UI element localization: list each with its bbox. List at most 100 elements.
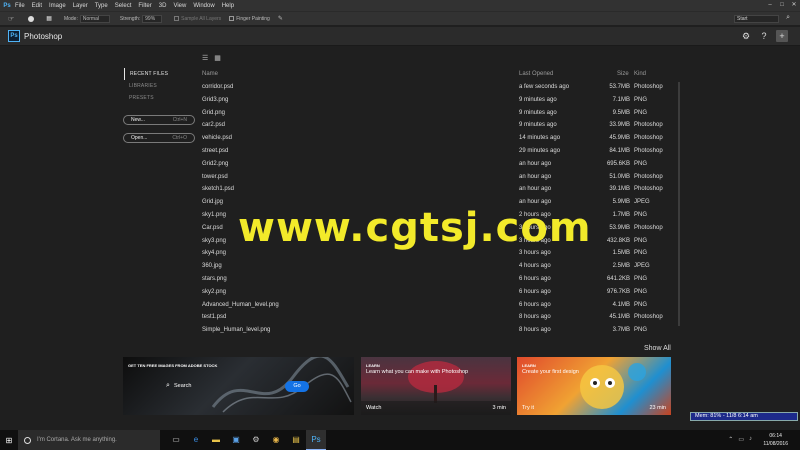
table-row[interactable]: Advanced_Human_level.png 6 hours ago 4.1MB…: [202, 299, 672, 312]
adobe-stock-card[interactable]: GET TEN FREE IMAGES FROM ADOBE STOCK ⌕ S…: [123, 357, 354, 415]
menu-filter[interactable]: Filter: [138, 3, 151, 9]
open-button-label: Open...: [131, 135, 148, 141]
options-bar: ☞ ▦ Mode: Normal Strength: 99% Sample Al…: [0, 11, 800, 25]
menu-3d[interactable]: 3D: [159, 3, 167, 9]
table-row[interactable]: Grid2.png an hour ago 695.6KB PNG: [202, 158, 672, 171]
menu-layer[interactable]: Layer: [73, 3, 88, 9]
col-header-kind[interactable]: Kind: [634, 71, 646, 77]
show-all-link[interactable]: Show All: [644, 345, 671, 352]
table-row[interactable]: stars.png 6 hours ago 641.2KB PNG: [202, 273, 672, 286]
file-kind: PNG: [634, 211, 648, 218]
table-row[interactable]: car2.psd 9 minutes ago 33.9MB Photoshop: [202, 119, 672, 132]
stock-go-button[interactable]: Go: [285, 381, 309, 392]
photoshop-taskbar-icon[interactable]: Ps: [306, 430, 326, 450]
file-size: 976.7KB: [606, 288, 630, 295]
table-row[interactable]: corridor.psd a few seconds ago 53.7MB Photo…: [202, 81, 672, 94]
new-button[interactable]: New... Ctrl+N: [123, 115, 195, 125]
photoshop-app-icon: Ps: [8, 30, 20, 42]
learn-card-watch[interactable]: LEARN Learn what you can make with Photo…: [361, 357, 511, 415]
list-scrollbar[interactable]: [678, 82, 680, 326]
brush-preset-picker[interactable]: [28, 15, 35, 22]
cortana-icon: [24, 436, 31, 444]
menu-help[interactable]: Help: [222, 3, 234, 9]
file-kind: PNG: [634, 327, 648, 334]
folder-icon[interactable]: ▤: [286, 430, 306, 450]
sample-all-checkbox[interactable]: [174, 16, 180, 21]
file-name: Grid3.png: [202, 96, 229, 103]
store-icon[interactable]: ▣: [226, 430, 246, 450]
settings-app-icon[interactable]: ⚙: [246, 430, 266, 450]
volume-icon[interactable]: ♪: [749, 436, 752, 443]
file-kind: Photoshop: [634, 173, 663, 180]
file-name: sky1.png: [202, 211, 227, 218]
smudge-tool-icon[interactable]: ☞: [8, 15, 14, 23]
table-row[interactable]: Grid.png 9 minutes ago 9.5MB PNG: [202, 107, 672, 120]
open-button[interactable]: Open... Ctrl+O: [123, 133, 195, 143]
strength-input[interactable]: 99%: [142, 14, 163, 23]
windows-start-icon[interactable]: ⊞: [0, 436, 18, 445]
col-header-size[interactable]: Size: [617, 71, 629, 77]
file-size: 53.7MB: [609, 84, 630, 90]
grid-view-icon[interactable]: ▦: [214, 54, 221, 62]
tray-up-icon[interactable]: ⌃: [728, 436, 733, 443]
mode-select[interactable]: Normal: [79, 14, 110, 23]
chrome-icon[interactable]: ◉: [266, 430, 286, 450]
table-row[interactable]: sky2.png 6 hours ago 976.7KB PNG: [202, 286, 672, 299]
last-opened: 4 hours ago: [519, 263, 551, 270]
help-icon[interactable]: ?: [758, 30, 770, 42]
add-icon[interactable]: +: [776, 30, 788, 42]
start-header: Ps Photoshop ⚙ ? +: [0, 27, 800, 46]
learn-card-try[interactable]: LEARN Create your first design Try it 23…: [517, 357, 671, 415]
file-name: car2.psd: [202, 122, 226, 129]
file-name: street.psd: [202, 147, 229, 154]
menu-view[interactable]: View: [173, 3, 186, 9]
stock-search-field[interactable]: ⌕ Search: [166, 382, 286, 392]
menu-image[interactable]: Image: [49, 3, 66, 9]
nav-libraries[interactable]: LIBRARIES: [124, 80, 204, 92]
table-row[interactable]: 360.jpg 4 hours ago 2.5MB JPEG: [202, 260, 672, 273]
workspace-select[interactable]: Start: [734, 15, 779, 23]
file-kind: Photoshop: [634, 122, 663, 129]
taskbar-clock[interactable]: 06:14 11/08/2016: [763, 432, 788, 448]
file-size: 84.1MB: [609, 147, 630, 154]
task-view-icon[interactable]: ▭: [166, 430, 186, 450]
search-icon[interactable]: ⌕: [786, 14, 790, 22]
menu-select[interactable]: Select: [115, 3, 132, 9]
table-row[interactable]: test1.psd 8 hours ago 45.1MB Photoshop: [202, 311, 672, 324]
file-name: sky4.png: [202, 250, 227, 257]
close-icon[interactable]: ✕: [788, 0, 800, 11]
table-row[interactable]: Simple_Human_level.png 8 hours ago 3.7MB PN…: [202, 324, 672, 335]
menu-window[interactable]: Window: [193, 3, 214, 9]
taskbar-apps: ▭ e ▬ ▣ ⚙ ◉ ▤ Ps: [166, 430, 326, 450]
table-row[interactable]: street.psd 29 minutes ago 84.1MB Photoshop: [202, 145, 672, 158]
gear-icon[interactable]: ⚙: [740, 30, 752, 42]
table-row[interactable]: sketch1.psd an hour ago 39.1MB Photoshop: [202, 183, 672, 196]
nav-recent-files[interactable]: RECENT FILES: [124, 68, 204, 80]
file-explorer-icon[interactable]: ▬: [206, 430, 226, 450]
memory-status: Mem: 81% - 11/8 6:14 am: [690, 412, 798, 421]
table-row[interactable]: vehicle.psd 14 minutes ago 45.9MB Photoshop: [202, 132, 672, 145]
stock-card-title: GET TEN FREE IMAGES FROM ADOBE STOCK: [128, 363, 218, 368]
new-shortcut: Ctrl+N: [172, 117, 187, 123]
view-toggles: ☰ ▦: [202, 54, 221, 62]
col-header-last-opened[interactable]: Last Opened: [519, 71, 553, 77]
edge-icon[interactable]: e: [186, 430, 206, 450]
table-row[interactable]: tower.psd an hour ago 51.0MB Photoshop: [202, 171, 672, 184]
minimize-icon[interactable]: –: [764, 0, 776, 11]
file-name: corridor.psd: [202, 84, 234, 90]
file-size: 53.9MB: [609, 224, 630, 231]
finger-painting-label: Finger Painting: [236, 15, 270, 22]
maximize-icon[interactable]: □: [776, 0, 788, 11]
menu-edit[interactable]: Edit: [32, 3, 42, 9]
finger-painting-checkbox[interactable]: [229, 16, 235, 21]
network-icon[interactable]: ▭: [738, 436, 744, 443]
menu-file[interactable]: File: [15, 3, 25, 9]
brush-settings-icon[interactable]: ▦: [46, 15, 52, 22]
menu-type[interactable]: Type: [95, 3, 108, 9]
col-header-name[interactable]: Name: [202, 71, 218, 77]
nav-presets[interactable]: PRESETS: [124, 92, 204, 104]
pressure-icon[interactable]: ✎: [278, 15, 283, 22]
table-row[interactable]: Grid3.png 9 minutes ago 7.1MB PNG: [202, 94, 672, 107]
cortana-search-box[interactable]: I'm Cortana. Ask me anything.: [18, 430, 160, 450]
list-view-icon[interactable]: ☰: [202, 54, 208, 62]
